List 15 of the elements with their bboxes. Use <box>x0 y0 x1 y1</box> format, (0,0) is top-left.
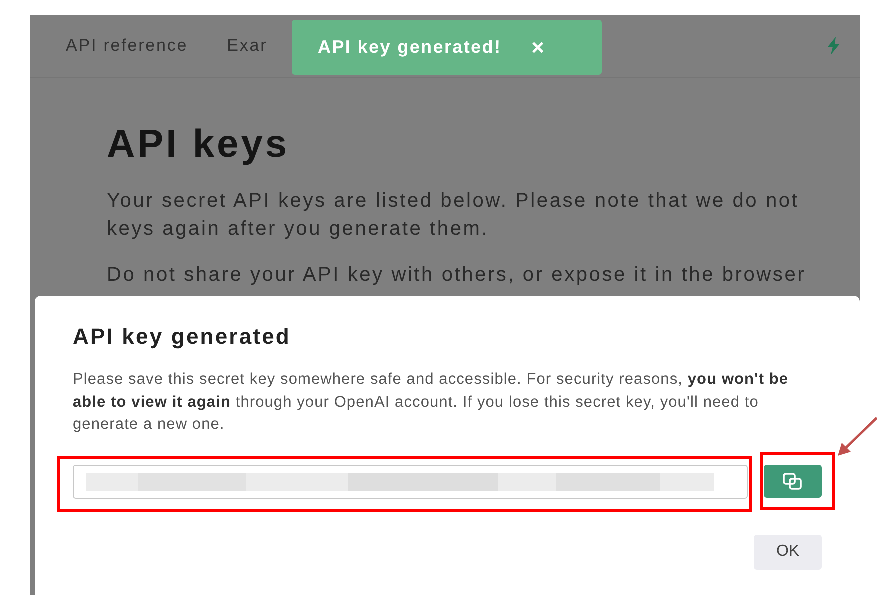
copy-button[interactable] <box>764 465 822 498</box>
close-button[interactable]: × <box>532 36 545 58</box>
key-field[interactable] <box>73 464 748 498</box>
dialog-title: API key generated <box>73 323 292 351</box>
annotation-arrow <box>836 416 877 458</box>
page-paragraph: Do not share your API key with others, or expose it in the browser <box>107 262 808 288</box>
dialog-message: Please save this secret key somewhere safe and accessible. For security reasons, you won't be able to view it again through your OpenAI account. If you lose this secret key, you'll need to generate a new one. <box>73 370 790 435</box>
ok-button[interactable]: OK <box>754 534 822 570</box>
copy-icon <box>782 472 804 492</box>
page-paragraph: Your secret API keys are listed below. Please note that we do not keys again after you generate them. <box>107 188 800 242</box>
nav-link[interactable]: Exar <box>227 33 268 59</box>
page-title: API keys <box>107 122 291 168</box>
toast-message: API key generated! <box>318 36 502 59</box>
lightning-icon <box>826 37 842 55</box>
nav-link[interactable]: API reference <box>66 33 188 59</box>
